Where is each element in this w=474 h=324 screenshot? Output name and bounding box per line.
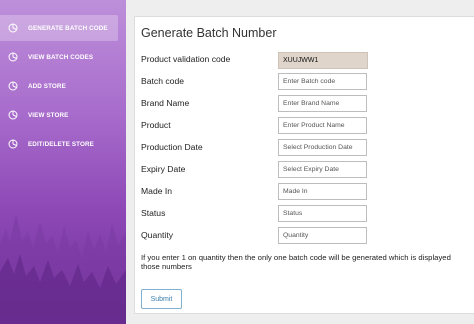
sidebar-item-add-store[interactable]: ADD STORE (0, 73, 118, 99)
sidebar-item-view-store[interactable]: VIEW STORE (0, 102, 118, 128)
product-validation-code-value: XUUJWW1 (278, 52, 368, 69)
made-in-input[interactable] (278, 183, 367, 200)
quantity-note: If you enter 1 on quantity then the only… (141, 253, 471, 271)
pie-chart-icon (7, 80, 19, 92)
batch-code-input[interactable] (278, 73, 367, 90)
sidebar-item-label: VIEW BATCH CODES (28, 53, 94, 61)
sidebar-item-edit-delete-store[interactable]: EDIT/DELETE STORE (0, 131, 118, 157)
page-title: Generate Batch Number (141, 26, 277, 40)
sidebar-item-label: GENERATE BATCH CODE (28, 24, 108, 32)
generate-batch-form: Generate Batch Number Product validation… (134, 16, 474, 314)
quantity-label: Quantity (141, 230, 174, 240)
product-validation-code-label: Product validation code (141, 54, 231, 64)
pie-chart-icon (7, 109, 19, 121)
status-input[interactable] (278, 205, 367, 222)
forest-background (0, 214, 126, 324)
batch-code-label: Batch code (141, 76, 184, 86)
made-in-label: Made In (141, 186, 173, 196)
sidebar-item-generate-batch-code[interactable]: GENERATE BATCH CODE (0, 15, 118, 41)
pie-chart-icon (7, 22, 19, 34)
submit-button[interactable]: Submit (141, 289, 182, 309)
quantity-note-line-2: those numbers (141, 262, 192, 271)
sidebar-item-label: ADD STORE (28, 82, 66, 90)
brand-name-input[interactable] (278, 95, 367, 112)
quantity-note-line-1: If you enter 1 on quantity then the only… (141, 253, 451, 262)
sidebar: GENERATE BATCH CODE VIEW BATCH CODES ADD… (0, 0, 126, 324)
sidebar-item-view-batch-codes[interactable]: VIEW BATCH CODES (0, 44, 118, 70)
sidebar-item-label: VIEW STORE (28, 111, 69, 119)
status-label: Status (141, 208, 166, 218)
expiry-date-label: Expiry Date (141, 164, 186, 174)
pie-chart-icon (7, 51, 19, 63)
production-date-label: Production Date (141, 142, 203, 152)
sidebar-item-label: EDIT/DELETE STORE (28, 140, 94, 148)
quantity-input[interactable] (278, 227, 367, 244)
expiry-date-input[interactable] (278, 161, 367, 178)
pie-chart-icon (7, 138, 19, 150)
brand-name-label: Brand Name (141, 98, 190, 108)
production-date-input[interactable] (278, 139, 367, 156)
product-input[interactable] (278, 117, 367, 134)
product-label: Product (141, 120, 171, 130)
